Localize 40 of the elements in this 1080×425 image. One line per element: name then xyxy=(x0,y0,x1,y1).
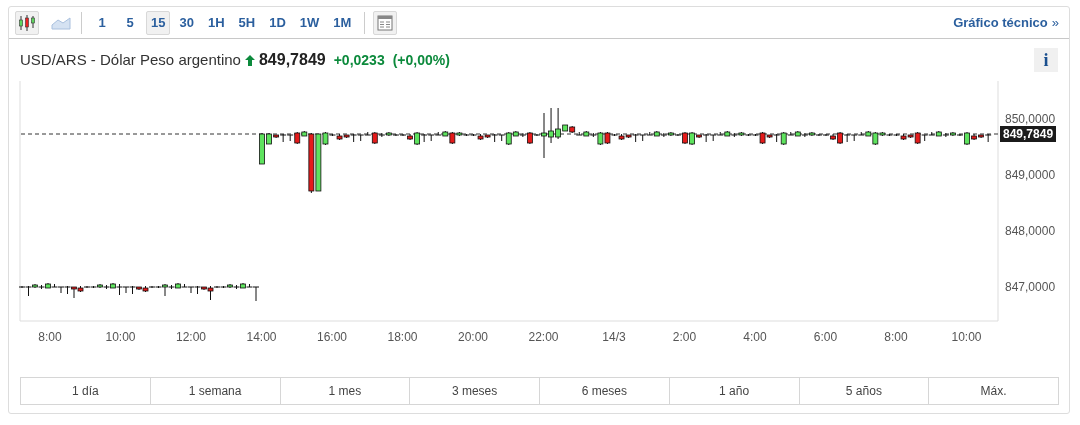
axis-label: 8:00 xyxy=(884,329,908,346)
chevron-icon: » xyxy=(1051,12,1059,33)
layout-icon xyxy=(377,14,394,31)
interval-button[interactable]: 1M xyxy=(328,10,357,35)
interval-button[interactable]: 1H xyxy=(202,10,230,35)
axis-label: 18:00 xyxy=(387,329,418,346)
info-button[interactable]: i xyxy=(1034,48,1058,72)
price-change: +0,0233 xyxy=(333,50,385,70)
interval-button[interactable]: 1W xyxy=(294,10,325,35)
interval-button[interactable]: 30 xyxy=(174,10,199,35)
axis-label: 22:00 xyxy=(528,329,559,346)
axis-label: 848,0000 xyxy=(1005,224,1056,238)
axis-label: 847,0000 xyxy=(1005,280,1056,294)
axis-label: 12:00 xyxy=(176,329,206,346)
axis-label: 4:00 xyxy=(743,329,767,346)
axis-label: 850,0000 xyxy=(1005,112,1056,126)
quote-title: USD/ARS - Dólar Peso argentino xyxy=(20,49,241,70)
candles-chart-button[interactable] xyxy=(15,10,39,35)
axis-label: 8:00 xyxy=(38,329,62,346)
axis-label: 14:00 xyxy=(246,329,277,346)
percent-change: (+0,00%) xyxy=(392,50,450,70)
axis-label: 10:00 xyxy=(105,329,136,346)
axis-label: 849,0000 xyxy=(1005,168,1056,182)
price-value: 849,7849 xyxy=(258,50,326,70)
interval-button[interactable]: 5 xyxy=(118,10,142,35)
axis-label: 16:00 xyxy=(317,329,347,346)
axis-label: 20:00 xyxy=(458,329,488,346)
interval-button[interactable]: 15 xyxy=(146,10,171,35)
layout-button[interactable] xyxy=(373,10,398,35)
interval-button[interactable]: 1 xyxy=(90,10,114,35)
technical-chart-link[interactable]: Gráfico técnico xyxy=(953,12,1048,33)
current-price-label: 849,7849 xyxy=(1000,126,1057,142)
candlestick-icon xyxy=(18,13,36,32)
area-chart-icon xyxy=(51,15,71,30)
axis-label: 2:00 xyxy=(672,329,697,346)
axis-label: 14/3 xyxy=(602,329,626,346)
interval-button[interactable]: 1D xyxy=(264,10,291,35)
interval-button[interactable]: 5H xyxy=(233,10,261,35)
axis-label: 10:00 xyxy=(951,329,982,346)
axis-label: 6:00 xyxy=(813,329,838,346)
